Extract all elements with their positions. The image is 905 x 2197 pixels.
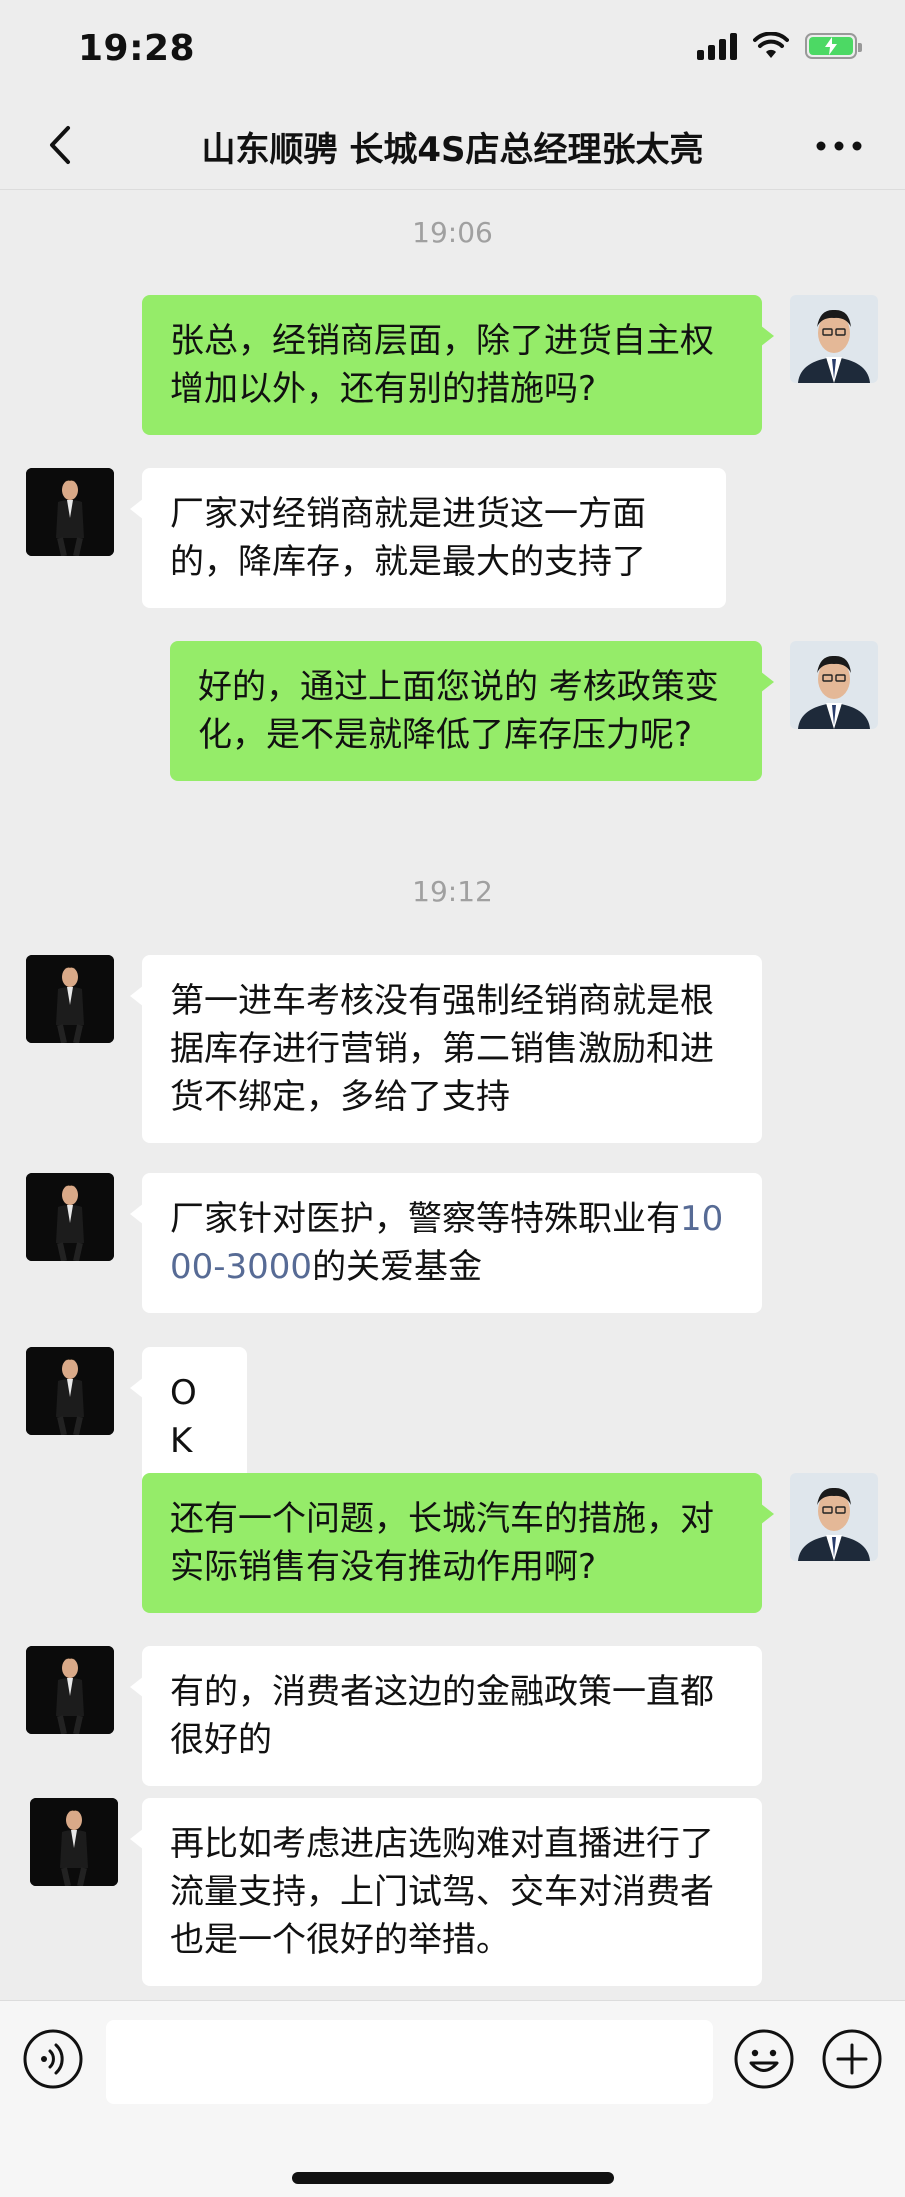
message-bubble-received[interactable]: OK — [130, 1347, 247, 1487]
message-text: 再比如考虑进店选购难对直播进行了流量支持，上门试驾、交车对消费者也是一个很好的举… — [170, 1824, 714, 1960]
message-list[interactable]: 19:06 张总，经销商层面，除了进货自主权增加以外，还有别的措施吗? 厂家对经… — [0, 190, 905, 2000]
wifi-icon — [753, 32, 789, 58]
emoji-icon[interactable] — [733, 2028, 795, 2090]
message-bubble-received[interactable]: 再比如考虑进店选购难对直播进行了流量支持，上门试驾、交车对消费者也是一个很好的举… — [130, 1798, 762, 1986]
chat-header: 山东顺骋 长城4S店总经理张太亮 — [0, 100, 905, 190]
contact-avatar-icon — [26, 1173, 114, 1261]
message-bubble-sent[interactable]: 好的，通过上面您说的 考核政策变化，是不是就降低了库存压力呢? — [170, 641, 774, 781]
message-input[interactable] — [106, 2020, 713, 2104]
message-timestamp: 19:06 — [412, 216, 493, 249]
chat-title: 山东顺骋 长城4S店总经理张太亮 — [201, 130, 704, 170]
message-text: OK — [170, 1373, 197, 1461]
message-text: 厂家针对医护，警察等特殊职业有 — [170, 1199, 680, 1239]
more-dots-icon[interactable] — [809, 126, 869, 166]
message-bubble-received[interactable]: 厂家对经销商就是进货这一方面的，降库存，就是最大的支持了 — [130, 468, 726, 608]
message-text: 张总，经销商层面，除了进货自主权增加以外，还有别的措施吗? — [170, 321, 714, 409]
input-bar — [0, 2000, 905, 2197]
avatar[interactable] — [790, 1473, 878, 1561]
status-time: 19:28 — [78, 28, 196, 69]
avatar[interactable] — [30, 1798, 118, 1886]
message-bubble-sent[interactable]: 张总，经销商层面，除了进货自主权增加以外，还有别的措施吗? — [142, 295, 774, 435]
message-text: 有的，消费者这边的金融政策一直都很好的 — [170, 1672, 714, 1760]
plus-icon[interactable] — [821, 2028, 883, 2090]
user-avatar-icon — [790, 1473, 878, 1561]
avatar[interactable] — [26, 1173, 114, 1261]
voice-icon[interactable] — [22, 2028, 84, 2090]
status-icons — [697, 32, 862, 60]
message-bubble-received[interactable]: 有的，消费者这边的金融政策一直都很好的 — [130, 1646, 762, 1786]
user-avatar-icon — [790, 641, 878, 729]
contact-avatar-icon — [26, 468, 114, 556]
home-indicator — [292, 2172, 614, 2184]
contact-avatar-icon — [26, 1646, 114, 1734]
contact-avatar-icon — [26, 1347, 114, 1435]
status-bar: 19:28 — [0, 0, 905, 100]
contact-avatar-icon — [26, 955, 114, 1043]
avatar[interactable] — [790, 641, 878, 729]
avatar[interactable] — [26, 955, 114, 1043]
avatar[interactable] — [26, 468, 114, 556]
cellular-signal-icon — [697, 32, 737, 60]
message-timestamp: 19:12 — [412, 875, 493, 908]
message-bubble-received[interactable]: 厂家针对医护，警察等特殊职业有1000-3000的关爱基金 — [130, 1173, 762, 1313]
message-text: 厂家对经销商就是进货这一方面的，降库存，就是最大的支持了 — [170, 494, 646, 582]
avatar[interactable] — [790, 295, 878, 383]
message-text: 第一进车考核没有强制经销商就是根据库存进行营销，第二销售激励和进货不绑定，多给了… — [170, 981, 714, 1117]
message-text: 的关爱基金 — [312, 1247, 483, 1287]
avatar[interactable] — [26, 1646, 114, 1734]
battery-icon — [805, 33, 862, 59]
message-text: 还有一个问题，长城汽车的措施，对实际销售有没有推动作用啊? — [170, 1499, 714, 1587]
avatar[interactable] — [26, 1347, 114, 1435]
user-avatar-icon — [790, 295, 878, 383]
message-text: 好的，通过上面您说的 考核政策变化，是不是就降低了库存压力呢? — [198, 667, 719, 755]
message-bubble-received[interactable]: 第一进车考核没有强制经销商就是根据库存进行营销，第二销售激励和进货不绑定，多给了… — [130, 955, 762, 1143]
message-bubble-sent[interactable]: 还有一个问题，长城汽车的措施，对实际销售有没有推动作用啊? — [142, 1473, 774, 1613]
contact-avatar-icon — [30, 1798, 118, 1886]
